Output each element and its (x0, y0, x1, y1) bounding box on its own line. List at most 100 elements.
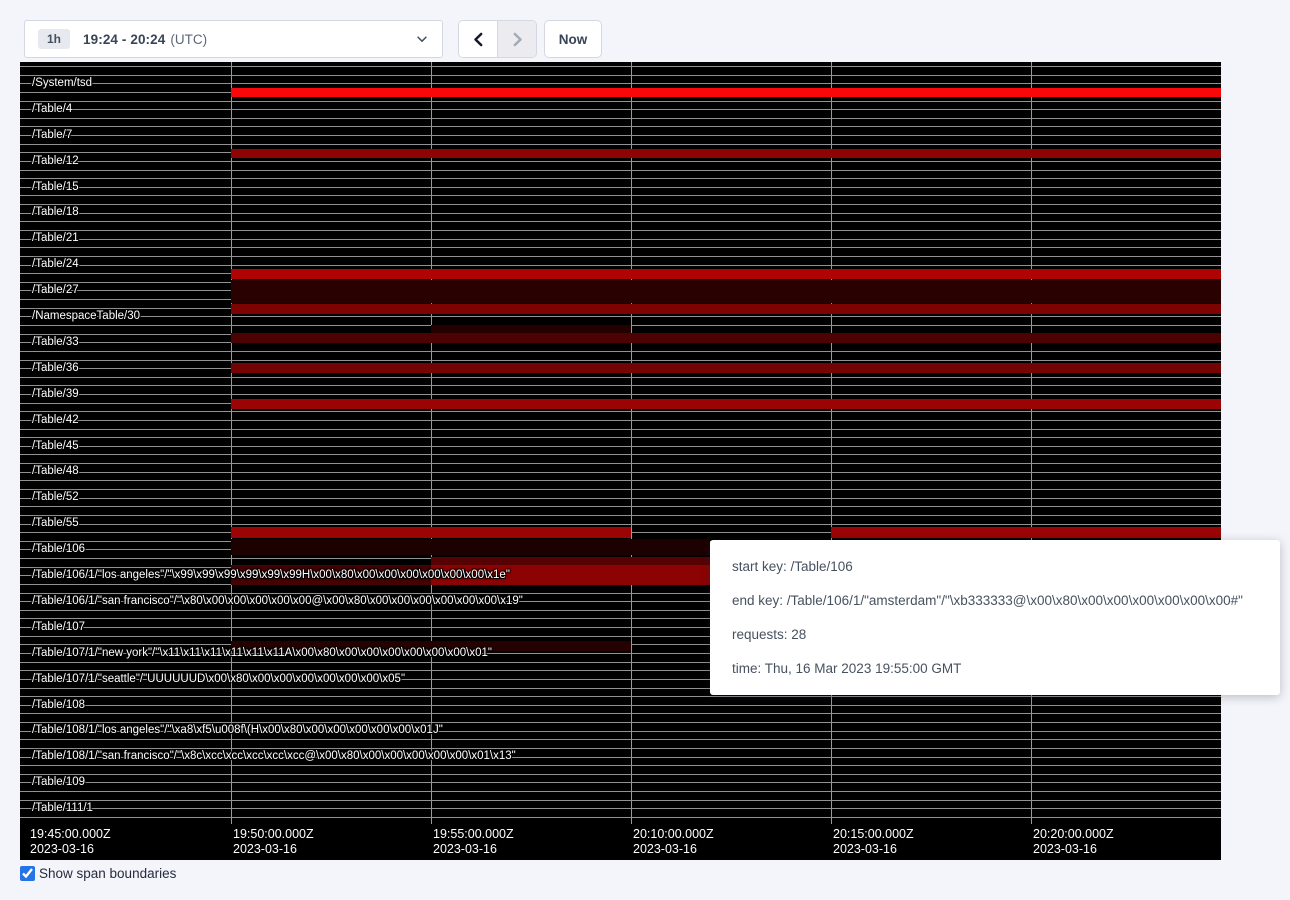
axis-time: 20:20:00.000Z (1033, 827, 1114, 842)
span-boundary-line (20, 195, 1221, 196)
axis-date: 2023-03-16 (1033, 842, 1114, 857)
span-boundary-line (20, 480, 1221, 481)
span-boundary-line (20, 316, 1221, 317)
span-boundary-line (20, 713, 1221, 714)
span-boundary-line (20, 83, 1221, 84)
span-boundary-line (20, 144, 1221, 145)
span-boundary-line (20, 204, 1221, 205)
span-boundary-line (20, 385, 1221, 386)
span-label: /Table/52 (32, 491, 79, 503)
axis-time-label: 19:45:00.000Z2023-03-16 (30, 827, 111, 857)
time-gridline (831, 62, 832, 824)
span-boundary-line (20, 360, 1221, 361)
span-boundary-line (20, 472, 1221, 473)
range-label: 19:24 - 20:24 (83, 32, 165, 47)
span-boundary-line (20, 394, 1221, 395)
span-label: /Table/108 (32, 699, 85, 711)
span-boundary-line (20, 161, 1221, 162)
span-boundary-line (20, 75, 1221, 76)
span-boundary-line (20, 489, 1221, 490)
axis-time-label: 19:50:00.000Z2023-03-16 (233, 827, 314, 857)
span-boundary-line (20, 817, 1221, 818)
axis-time: 19:55:00.000Z (433, 827, 514, 842)
span-label: /Table/55 (32, 517, 79, 529)
span-boundary-line (20, 498, 1221, 499)
axis-date: 2023-03-16 (633, 842, 714, 857)
span-label: /Table/45 (32, 440, 79, 452)
span-boundary-line (20, 739, 1221, 740)
time-range-selector[interactable]: 1h 19:24 - 20:24 (UTC) (24, 20, 443, 58)
span-label: /System/tsd (32, 77, 92, 89)
checkbox-label: Show span boundaries (39, 866, 176, 881)
show-span-boundaries-checkbox[interactable] (20, 866, 35, 881)
span-boundary-line (20, 377, 1221, 378)
span-label: /Table/107/1/"seattle"/"UUUUUUD\x00\x80\… (32, 673, 405, 685)
span-boundary-line (20, 696, 1221, 697)
span-boundary-line (20, 524, 1221, 525)
span-label: /Table/106/1/"san francisco"/"\x80\x00\x… (32, 595, 523, 607)
span-label: /Table/109 (32, 776, 85, 788)
chevron-down-icon (415, 32, 429, 46)
heat-band (231, 280, 1221, 303)
axis-date: 2023-03-16 (30, 842, 111, 857)
now-button[interactable]: Now (544, 20, 602, 58)
next-time-button[interactable] (497, 21, 536, 57)
span-boundary-line (20, 515, 1221, 516)
span-boundary-line (20, 118, 1221, 119)
span-label: /Table/24 (32, 258, 79, 270)
span-boundary-line (20, 247, 1221, 248)
span-label: /NamespaceTable/30 (32, 310, 140, 322)
heat-band (231, 304, 1221, 314)
tooltip-line: start key: /Table/106 (732, 559, 1258, 574)
span-boundary-line (20, 135, 1221, 136)
span-boundary-line (20, 463, 1221, 464)
span-label: /Table/107 (32, 621, 85, 633)
span-boundary-line (20, 221, 1221, 222)
span-boundary-line (20, 437, 1221, 438)
tooltip-line: end key: /Table/106/1/"amsterdam"/"\xb33… (732, 593, 1258, 608)
prev-time-button[interactable] (459, 21, 497, 57)
tooltip-line: requests: 28 (732, 627, 1258, 642)
heat-band (431, 557, 710, 565)
span-label: /Table/15 (32, 181, 79, 193)
heat-band (231, 88, 1221, 97)
span-boundary-line (20, 101, 1221, 102)
time-gridline (431, 62, 432, 824)
heat-band (231, 333, 1221, 343)
span-label: /Table/36 (32, 362, 79, 374)
span-boundary-line (20, 791, 1221, 792)
toolbar: 1h 19:24 - 20:24 (UTC) Now (0, 0, 1290, 62)
span-boundary-line (20, 187, 1221, 188)
range-duration-badge: 1h (38, 29, 70, 49)
span-label: /Table/108/1/"san francisco"/"\x8c\xcc\x… (32, 750, 516, 762)
heat-band (231, 269, 1221, 279)
span-label: /Table/33 (32, 336, 79, 348)
heat-band (231, 363, 1221, 373)
heat-band (231, 539, 710, 555)
span-boundary-line (20, 765, 1221, 766)
span-boundary-line (20, 454, 1221, 455)
chevron-left-icon (470, 31, 487, 48)
key-visualizer-canvas[interactable]: /System/tsd/Table/4/Table/7/Table/12/Tab… (20, 62, 1221, 860)
tooltip-line: time: Thu, 16 Mar 2023 19:55:00 GMT (732, 661, 1258, 676)
span-label: /Table/18 (32, 206, 79, 218)
axis-time: 20:15:00.000Z (833, 827, 914, 842)
heat-band (231, 527, 631, 538)
span-boundary-line (20, 808, 1221, 809)
span-boundary-line (20, 748, 1221, 749)
span-boundary-line (20, 230, 1221, 231)
axis-time-label: 19:55:00.000Z2023-03-16 (433, 827, 514, 857)
axis-date: 2023-03-16 (233, 842, 314, 857)
span-boundary-line (20, 170, 1221, 171)
span-label: /Table/106 (32, 543, 85, 555)
show-span-boundaries[interactable]: Show span boundaries (20, 866, 176, 881)
span-boundary-line (20, 256, 1221, 257)
span-boundary-line (20, 429, 1221, 430)
span-boundary-line (20, 800, 1221, 801)
span-boundary-line (20, 239, 1221, 240)
span-boundary-line (20, 420, 1221, 421)
span-label: /Table/108/1/"los angeles"/"\xa8\xf5\u00… (32, 724, 443, 736)
span-boundary-line (20, 265, 1221, 266)
span-boundary-line (20, 705, 1221, 706)
time-gridline (631, 62, 632, 824)
